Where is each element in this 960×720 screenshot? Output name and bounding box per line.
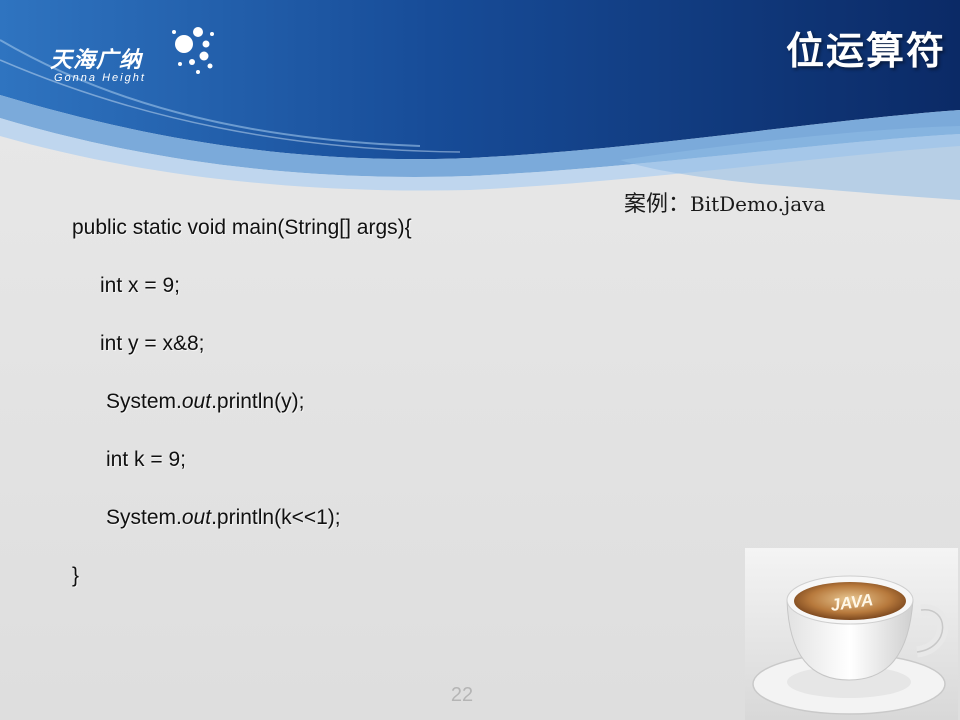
code-line-3: int y = x&8;: [100, 332, 205, 355]
logo-dots-icon: [172, 27, 214, 74]
slide: 天海广纳 Gonna Height 位运算符 案例：BitDemo.java p…: [0, 0, 960, 720]
company-logo: 天海广纳 Gonna Height: [46, 24, 216, 88]
code-line-7: }: [72, 564, 80, 587]
logo-english-text: Gonna Height: [54, 72, 146, 84]
coffee-cup-photo: JAVA: [745, 548, 958, 720]
case-label: 案例：: [624, 192, 691, 217]
code-line-2: int x = 9;: [100, 274, 180, 297]
code-line-1: public static void main(String[] args){: [72, 216, 412, 239]
code-line-5: int k = 9;: [106, 448, 186, 471]
case-filename: BitDemo.java: [690, 192, 826, 216]
code-line-4: System.out.println(y);: [106, 390, 305, 413]
coffee-cup-icon: JAVA: [752, 575, 949, 715]
code-line-6: System.out.println(k<<1);: [106, 506, 341, 529]
page-number: 22: [450, 684, 474, 706]
case-caption: 案例：BitDemo.java: [624, 186, 825, 218]
logo-chinese-text: 天海广纳: [50, 48, 143, 73]
slide-title: 位运算符: [785, 29, 946, 73]
